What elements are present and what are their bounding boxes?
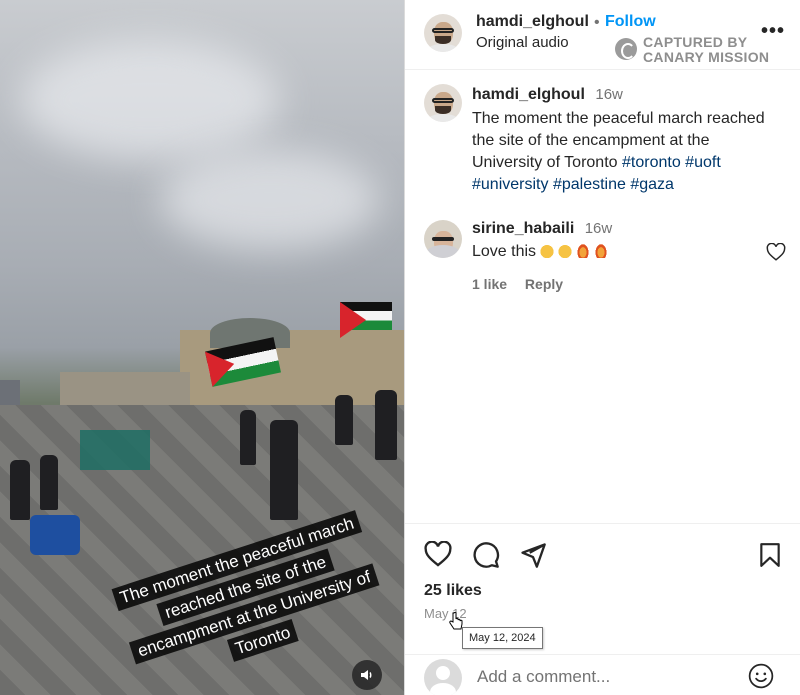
comment-likes-count[interactable]: 1 like xyxy=(472,276,507,292)
post-caption: The moment the peaceful march reached th… xyxy=(472,108,772,196)
post-video[interactable]: The moment the peaceful march reached th… xyxy=(0,0,404,695)
post-actions: 25 likes May 12 May 12, 2024 xyxy=(405,523,800,695)
caption-username[interactable]: hamdi_elghoul xyxy=(472,86,585,103)
add-comment-bar xyxy=(405,654,800,695)
sky xyxy=(160,150,380,250)
person xyxy=(240,410,256,465)
watermark: CAPTURED BY CANARY MISSION xyxy=(615,34,775,65)
comment-like-heart-icon[interactable] xyxy=(766,243,786,261)
comment-meta: 1 like Reply xyxy=(472,276,577,292)
watermark-text: CAPTURED BY CANARY MISSION xyxy=(643,34,770,65)
comment-timestamp[interactable]: 16w xyxy=(585,220,613,237)
post-details-panel: hamdi_elghoul • Follow Original audio CA… xyxy=(404,0,800,695)
audio-link[interactable]: Original audio xyxy=(476,34,569,51)
person xyxy=(10,460,30,520)
comment-body: Love this xyxy=(472,243,537,260)
hashtag-link[interactable]: #uoft xyxy=(685,154,721,171)
emoji-picker-icon[interactable] xyxy=(748,663,774,689)
canary-logo-icon xyxy=(615,38,637,60)
tarp xyxy=(30,515,80,555)
person xyxy=(270,420,298,520)
clapping-hands-icon xyxy=(540,242,555,258)
sky xyxy=(20,40,280,160)
date-tooltip: May 12, 2024 xyxy=(462,627,543,649)
caption-header: hamdi_elghoul 16w xyxy=(472,86,623,104)
hashtag-link[interactable]: #palestine xyxy=(553,176,626,193)
author-avatar[interactable] xyxy=(424,14,462,52)
person xyxy=(40,455,58,510)
clapping-hands-icon xyxy=(558,242,573,258)
speaker-icon xyxy=(361,670,372,680)
comment-header: sirine_habaili 16w xyxy=(472,220,612,238)
likes-count[interactable]: 25 likes xyxy=(424,582,482,600)
follow-button[interactable]: Follow xyxy=(605,13,656,31)
mute-toggle-button[interactable] xyxy=(352,660,382,690)
post-header: hamdi_elghoul • Follow Original audio CA… xyxy=(405,0,800,70)
hand-cursor-icon xyxy=(449,612,463,630)
caption-timestamp[interactable]: 16w xyxy=(595,86,623,103)
fire-icon xyxy=(594,242,609,258)
hashtag-link[interactable]: #toronto xyxy=(622,154,681,171)
author-username[interactable]: hamdi_elghoul xyxy=(476,13,589,31)
comment-bubble-icon[interactable] xyxy=(472,541,500,569)
fence xyxy=(80,430,150,470)
current-user-avatar xyxy=(424,659,462,695)
comment-reply-button[interactable]: Reply xyxy=(525,276,563,292)
save-bookmark-icon[interactable] xyxy=(757,541,783,569)
author-avatar[interactable] xyxy=(424,84,462,122)
hashtag-link[interactable]: #gaza xyxy=(630,176,674,193)
flag xyxy=(340,302,392,338)
separator-dot: • xyxy=(594,14,600,31)
more-options-icon[interactable]: ••• xyxy=(761,20,785,43)
commenter-username[interactable]: sirine_habaili xyxy=(472,220,574,237)
commenter-avatar[interactable] xyxy=(424,220,462,258)
comment-input[interactable] xyxy=(477,667,737,687)
person xyxy=(335,395,353,445)
like-heart-icon[interactable] xyxy=(424,541,452,567)
comment-text: Love this xyxy=(472,242,609,261)
share-paper-plane-icon[interactable] xyxy=(519,541,547,569)
person xyxy=(375,390,397,460)
hashtag-link[interactable]: #university xyxy=(472,176,548,193)
fire-icon xyxy=(576,242,591,258)
